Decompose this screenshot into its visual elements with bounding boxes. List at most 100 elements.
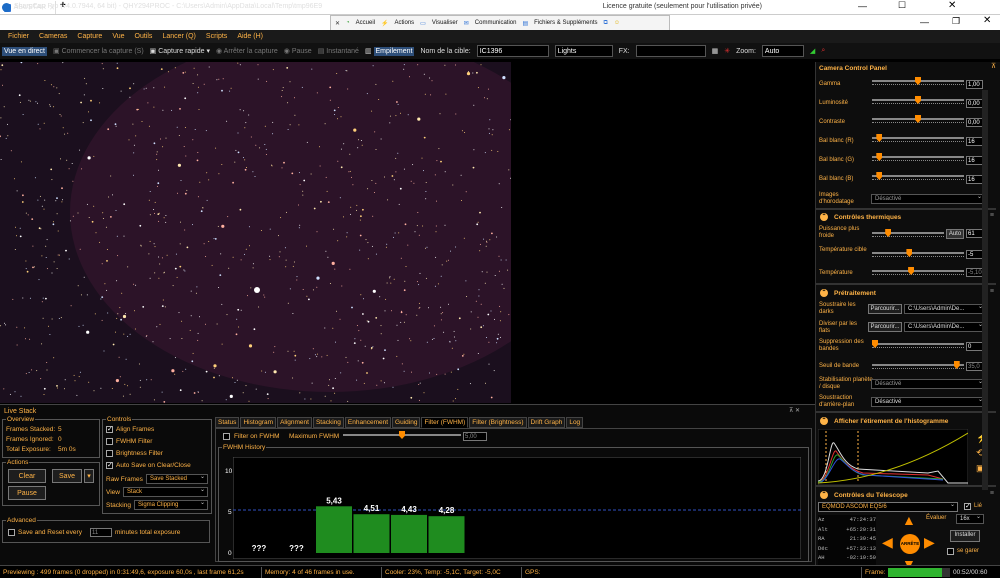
install-button[interactable]: Installer <box>950 530 980 542</box>
arrow-left-icon[interactable]: ◀ <box>882 534 893 551</box>
remote-minimize-button[interactable]: — <box>858 1 867 11</box>
zoom-select[interactable]: Auto <box>761 45 804 57</box>
view-select[interactable]: Stack <box>123 486 208 497</box>
slider-thumb[interactable] <box>399 431 405 439</box>
flats-path-select[interactable]: C:\Users\Admin\De... <box>904 321 986 332</box>
contrast-value[interactable]: 0,00 <box>966 118 983 127</box>
stabilisation-select[interactable]: Désactivé <box>871 378 986 389</box>
wb-green-value[interactable]: 16 <box>966 156 983 165</box>
arrow-right-icon[interactable]: ▶ <box>924 534 935 551</box>
menu-aide[interactable]: Aide (H) <box>237 33 263 40</box>
cooler-power-slider[interactable] <box>872 229 944 237</box>
wb-blue-value[interactable]: 16 <box>966 175 983 184</box>
darks-path-select[interactable]: C:\Users\Admin\De... <box>904 303 986 314</box>
target-temp-value[interactable]: -5 <box>966 250 983 259</box>
stack-button[interactable]: ▥ Empilement <box>365 47 415 56</box>
tab-drift-graph[interactable]: Drift Graph <box>527 417 566 428</box>
start-capture-button[interactable]: ▣ Commencer la capture (S) <box>53 47 144 55</box>
menu-fichier[interactable]: Fichier <box>8 33 29 40</box>
mount-select[interactable]: EQMOD ASCOM EQ5/6 <box>818 501 958 512</box>
tab-alignment[interactable]: Alignment <box>277 417 312 428</box>
tab-enhancement[interactable]: Enhancement <box>344 417 392 428</box>
thermal-header[interactable]: ⌃ Contrôles thermiques <box>816 211 992 223</box>
wb-blue-slider[interactable] <box>872 172 964 180</box>
rate-select[interactable]: 16x <box>956 513 984 524</box>
minimize-button[interactable]: — <box>920 17 929 27</box>
stop-capture-button[interactable]: ◉ Arrêter la capture <box>216 47 278 55</box>
tab-filter-fwhm[interactable]: Filter (FWHM) <box>421 417 469 428</box>
reticle-icon[interactable]: ✳ <box>724 47 730 55</box>
menu-vue[interactable]: Vue <box>112 33 124 40</box>
pause-stack-button[interactable]: Pause <box>8 486 46 500</box>
brightness-value[interactable]: 0,00 <box>966 99 983 108</box>
background-sub-select[interactable]: Désactivé <box>871 396 986 407</box>
remote-maximize-button[interactable]: ☐ <box>898 0 906 11</box>
banding-value[interactable]: 0 <box>966 342 983 351</box>
tab-status[interactable]: Status <box>215 417 240 428</box>
fichiers-menu[interactable]: Fichiers & Suppléments <box>534 20 597 26</box>
magnifier-icon[interactable]: ⌕ <box>821 47 825 55</box>
communication-menu[interactable]: Communication <box>475 20 517 26</box>
brightness-slider[interactable] <box>872 96 964 104</box>
menu-outils[interactable]: Outils <box>135 33 153 40</box>
stop-slew-button[interactable]: ARRÊTE <box>900 534 920 554</box>
menu-scripts[interactable]: Scripts <box>206 33 227 40</box>
maximize-button[interactable]: ❐ <box>952 16 960 27</box>
tab-guiding[interactable]: Guiding <box>392 417 421 428</box>
fwhm-filter-checkbox[interactable] <box>106 438 113 445</box>
flats-browse-button[interactable]: Parcourir... <box>868 322 902 332</box>
cooler-auto-button[interactable]: Auto <box>946 229 964 239</box>
tab-log[interactable]: Log <box>566 417 584 428</box>
park-checkbox[interactable] <box>947 548 954 555</box>
target-name-select[interactable]: IC1396 <box>476 45 549 57</box>
minutes-spinner[interactable]: 11 <box>90 528 112 537</box>
gamma-slider[interactable] <box>872 77 964 85</box>
histogram-graph[interactable] <box>818 429 968 485</box>
target-temp-slider[interactable] <box>872 249 964 257</box>
save-reset-checkbox[interactable] <box>8 529 15 536</box>
tab-histogram[interactable]: Histogram <box>240 417 277 428</box>
clear-button[interactable]: Clear <box>8 469 46 483</box>
save-button[interactable]: Save <box>52 469 82 483</box>
camera-preview-image[interactable] <box>0 62 511 403</box>
dock-pin-icon[interactable]: ⊼ ✕ <box>789 407 800 414</box>
filter-on-fwhm-checkbox[interactable] <box>223 433 230 440</box>
brightness-filter-checkbox[interactable] <box>106 450 113 457</box>
fx-select[interactable] <box>635 45 706 57</box>
remote-close-button[interactable]: ✕ <box>948 0 956 11</box>
smiley-icon[interactable]: ☺ <box>614 20 620 26</box>
menu-lancer[interactable]: Lancer (Q) <box>162 33 195 40</box>
menu-icon[interactable]: ≡ <box>990 490 994 497</box>
autosave-checkbox[interactable] <box>106 461 113 469</box>
histogram-icon[interactable]: ◢ <box>810 47 815 55</box>
tab-filter-brightness[interactable]: Filter (Brightness) <box>469 417 527 428</box>
panel-scrollbar[interactable] <box>982 90 988 490</box>
arrow-up-icon[interactable]: ▲ <box>902 512 916 528</box>
wb-red-value[interactable]: 16 <box>966 137 983 146</box>
link-checkbox[interactable] <box>964 502 971 510</box>
preprocessing-header[interactable]: ⌃ Prétraitement <box>816 287 992 299</box>
menu-icon[interactable]: ≡ <box>990 212 994 219</box>
stacking-select[interactable]: Sigma Clipping <box>134 499 208 510</box>
telescope-header[interactable]: ⌃ Contrôles du Télescope <box>816 489 992 501</box>
window-icon[interactable]: ⧉ <box>604 20 608 27</box>
wb-green-slider[interactable] <box>872 153 964 161</box>
menu-cameras[interactable]: Cameras <box>39 33 67 40</box>
actions-menu[interactable]: Actions <box>394 20 414 26</box>
gamma-value[interactable]: 1,00 <box>966 80 983 89</box>
wb-red-slider[interactable] <box>872 134 964 142</box>
menu-capture[interactable]: Capture <box>77 33 102 40</box>
banding-slider[interactable] <box>872 340 964 348</box>
align-frames-checkbox[interactable] <box>106 425 113 433</box>
save-dropdown-button[interactable]: ▾ <box>84 469 94 483</box>
frame-type-select[interactable]: Lights <box>554 45 613 57</box>
histogram-header[interactable]: ⌃ Afficher l'étirement de l'histogramme <box>816 415 992 427</box>
visualiser-menu[interactable]: Visualiser <box>432 20 458 26</box>
accueil-button[interactable]: Accueil <box>356 20 375 26</box>
contrast-slider[interactable] <box>872 115 964 123</box>
max-fwhm-slider[interactable] <box>343 431 461 439</box>
max-fwhm-value[interactable]: 5,00 <box>463 432 487 441</box>
quick-capture-button[interactable]: ▣ Capture rapide ▾ <box>150 47 210 55</box>
band-threshold-slider[interactable] <box>872 361 964 369</box>
live-view-button[interactable]: Vue en direct <box>2 46 47 56</box>
